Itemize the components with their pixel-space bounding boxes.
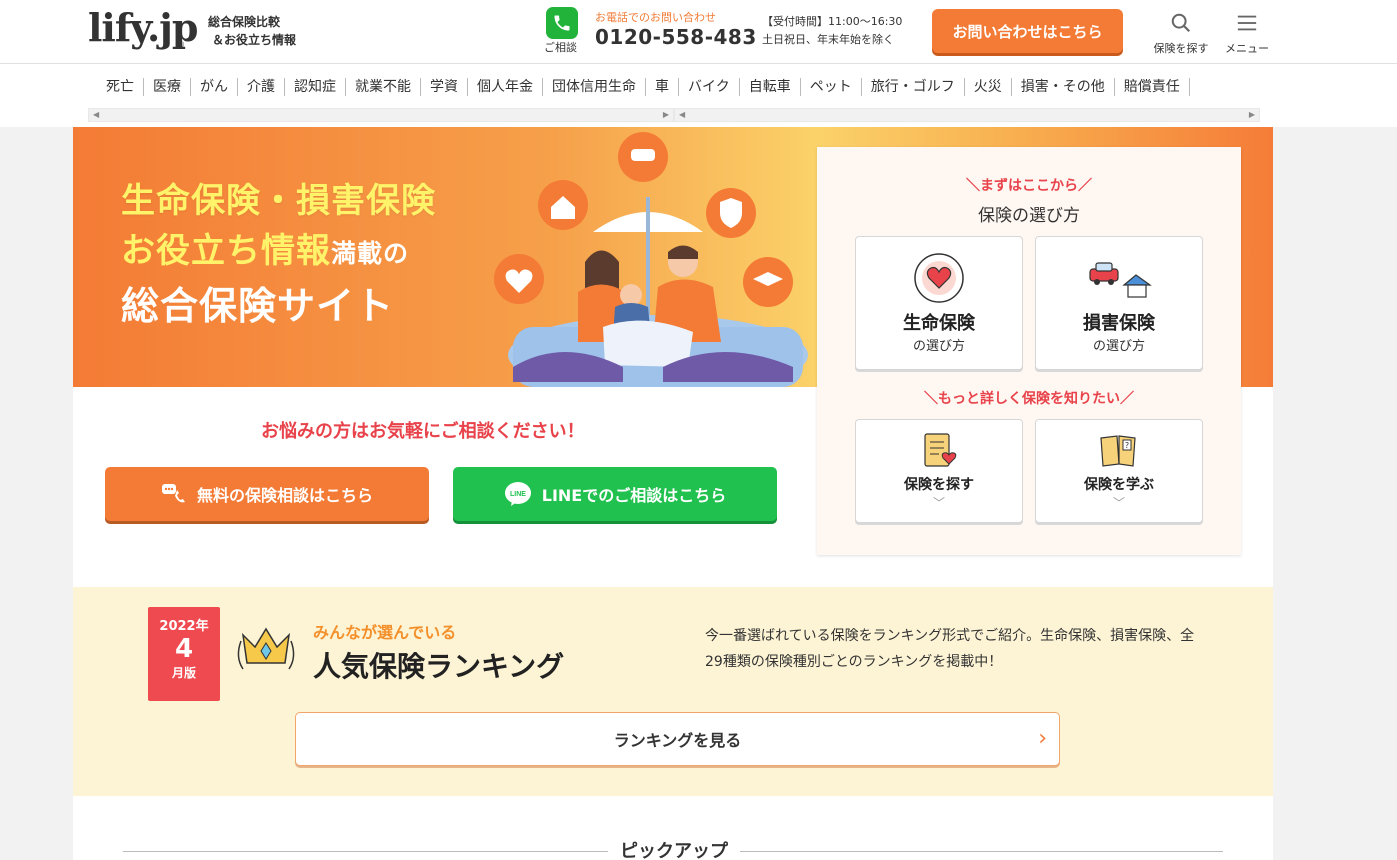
find-insurance-title: 保険を探す <box>904 477 974 493</box>
category-link[interactable]: ペット <box>801 78 862 96</box>
insurance-guide-panel: ＼まずはここから／ 保険の選び方 生命保険 の選び方 損害保険 の選び方 ＼もっ… <box>817 147 1241 555</box>
hero-headline-2: お役立ち情報満載の <box>121 223 409 272</box>
category-link[interactable]: 介護 <box>238 78 285 96</box>
category-link[interactable]: 車 <box>646 78 679 96</box>
view-ranking-label: ランキングを見る <box>613 731 742 750</box>
book-icon: ? <box>1100 435 1136 467</box>
pickup-heading: ピックアップ <box>608 837 740 860</box>
line-consultation-button[interactable]: LINE LINEでのご相談はこちら <box>453 467 777 521</box>
consult-message: お悩みの方はお気軽にご相談ください！ <box>261 421 585 442</box>
car-house-icon <box>1089 262 1152 298</box>
panel-title: 保険の選び方 <box>978 206 1080 226</box>
chevron-down-icon: ﹀ <box>932 496 945 510</box>
ranking-description: 今一番選ばれている保険をランキング形式でご紹介。生命保険、損害保険、全29種類の… <box>705 628 1195 670</box>
property-insurance-guide-card[interactable]: 損害保険 の選び方 <box>1035 236 1203 370</box>
panel-heading-start: ＼まずはここから／ <box>966 178 1092 194</box>
tagline: 総合保険比較 ＆お役立ち情報 <box>208 13 296 49</box>
tagline-line-2: ＆お役立ち情報 <box>212 33 297 47</box>
hero-headline-1: 生命保険・損害保険 <box>121 181 436 221</box>
free-consultation-label: 無料の保険相談はこちら <box>196 486 373 505</box>
phone-icon[interactable] <box>546 7 578 39</box>
line-consultation-label: LINEでのご相談はこちら <box>541 486 727 505</box>
category-link[interactable]: 賠償責任 <box>1115 78 1190 96</box>
free-consultation-button[interactable]: 無料の保険相談はこちら <box>105 467 429 521</box>
category-link[interactable]: 就業不能 <box>346 78 421 96</box>
panel-heading-more: ＼もっと詳しく保険を知りたい／ <box>924 391 1134 407</box>
menu-label: メニュー <box>1225 42 1269 55</box>
life-insurance-sub: の選び方 <box>912 339 965 354</box>
reception-hours: 【受付時間】11:00～16:30 土日祝日、年末年始を除く <box>762 13 902 49</box>
life-insurance-guide-card[interactable]: 生命保険 の選び方 <box>855 236 1023 370</box>
line-logo-text: LINE <box>510 491 526 498</box>
category-link[interactable]: バイク <box>679 78 740 96</box>
badge-month: 4 <box>174 634 194 664</box>
category-link[interactable]: 認知症 <box>285 78 346 96</box>
phone-caption: ご相談 <box>544 41 577 54</box>
view-ranking-button[interactable]: ランキングを見る › <box>295 712 1060 766</box>
property-insurance-title: 損害保険 <box>1083 313 1155 334</box>
hero-headline-2-small: 満載の <box>331 239 410 268</box>
find-insurance-card[interactable]: 保険を探す ﹀ <box>855 419 1023 523</box>
line-logo-icon: LINE <box>504 482 531 506</box>
badge-edition: 月版 <box>171 666 196 680</box>
hero-headline-2-main: お役立ち情報 <box>121 231 331 271</box>
phone-heading: お電話でのお問い合わせ <box>595 11 716 24</box>
chevron-down-icon: ﹀ <box>1112 496 1125 510</box>
category-link[interactable]: 死亡 <box>97 78 144 96</box>
category-nav: 死亡 医療 がん 介護 認知症 就業不能 学資 個人年金 団体信用生命車バイク 自転車 ペット 旅行・… <box>0 64 1397 127</box>
ranking-subheading: みんなが選んでいる <box>313 623 457 642</box>
family-illustration <box>494 132 808 387</box>
category-link[interactable]: 自転車 <box>740 78 801 96</box>
category-link[interactable]: 学資 <box>421 78 468 96</box>
search-insurance-button[interactable]: 保険を探す <box>1149 12 1213 56</box>
heart-icon <box>914 253 964 303</box>
category-link[interactable]: 火災 <box>965 78 1012 96</box>
phone-number[interactable]: 0120-558-483 <box>595 25 757 49</box>
category-link[interactable]: 個人年金 <box>468 78 543 96</box>
learn-insurance-title: 保険を学ぶ <box>1084 477 1154 493</box>
scroll-right-arrow-icon[interactable]: ▶ <box>663 110 669 119</box>
hamburger-icon <box>1237 15 1257 31</box>
contact-button[interactable]: お問い合わせはこちら <box>932 9 1123 53</box>
ranking-section: 2022年 4 月版 みんなが選んでいる 人気保険ランキング 今一番選ばれている… <box>73 587 1273 796</box>
main-content: 生命保険・損害保険 お役立ち情報満載の 総合保険サイト お悩みの方はお気軽にご相… <box>73 127 1273 860</box>
chat-phone-icon <box>161 484 185 503</box>
life-insurance-title: 生命保険 <box>903 313 975 334</box>
property-insurance-sub: の選び方 <box>1092 339 1145 354</box>
category-link[interactable]: 団体信用生命 <box>543 78 646 96</box>
category-link[interactable]: 損害・その他 <box>1012 78 1115 96</box>
tagline-line-1: 総合保険比較 <box>208 15 281 29</box>
crown-icon <box>237 627 295 670</box>
learn-insurance-card[interactable]: ? 保険を学ぶ ﹀ <box>1035 419 1203 523</box>
scroll-left-arrow-icon[interactable]: ◀ <box>93 110 99 119</box>
site-header: lify.jp ® 総合保険比較 ＆お役立ち情報 ご相談 お電話でのお問い合わせ… <box>0 0 1397 64</box>
ranking-heading: 人気保険ランキング <box>313 650 565 683</box>
category-list: 死亡 医療 がん 介護 認知症 就業不能 学資 個人年金 団体信用生命車バイク 自転車 ペット 旅行・… <box>97 78 1190 96</box>
hero-headline-3: 総合保険サイト <box>121 284 395 328</box>
category-link[interactable]: 医療 <box>144 78 191 96</box>
scroll-left-arrow-icon[interactable]: ◀ <box>679 110 685 119</box>
search-label: 保険を探す <box>1153 42 1209 55</box>
registered-mark: ® <box>178 41 185 49</box>
svg-text:?: ? <box>1125 441 1129 450</box>
scroll-right-arrow-icon[interactable]: ▶ <box>1249 110 1255 119</box>
menu-button[interactable]: メニュー <box>1215 12 1279 56</box>
category-scrollbar-right[interactable]: ◀ ▶ <box>674 108 1260 122</box>
checklist-icon <box>924 433 957 467</box>
category-link[interactable]: 旅行・ゴルフ <box>862 78 965 96</box>
category-scrollbar-left[interactable]: ◀ ▶ <box>88 108 674 122</box>
hours-line-2: 土日祝日、年末年始を除く <box>762 33 894 46</box>
badge-year: 2022年 <box>159 619 209 634</box>
chevron-right-icon: › <box>1038 726 1047 751</box>
search-icon <box>1171 13 1191 33</box>
ranking-edition-badge: 2022年 4 月版 <box>148 607 220 701</box>
category-link[interactable]: がん <box>191 78 238 96</box>
hours-line-1: 【受付時間】11:00～16:30 <box>762 15 903 28</box>
